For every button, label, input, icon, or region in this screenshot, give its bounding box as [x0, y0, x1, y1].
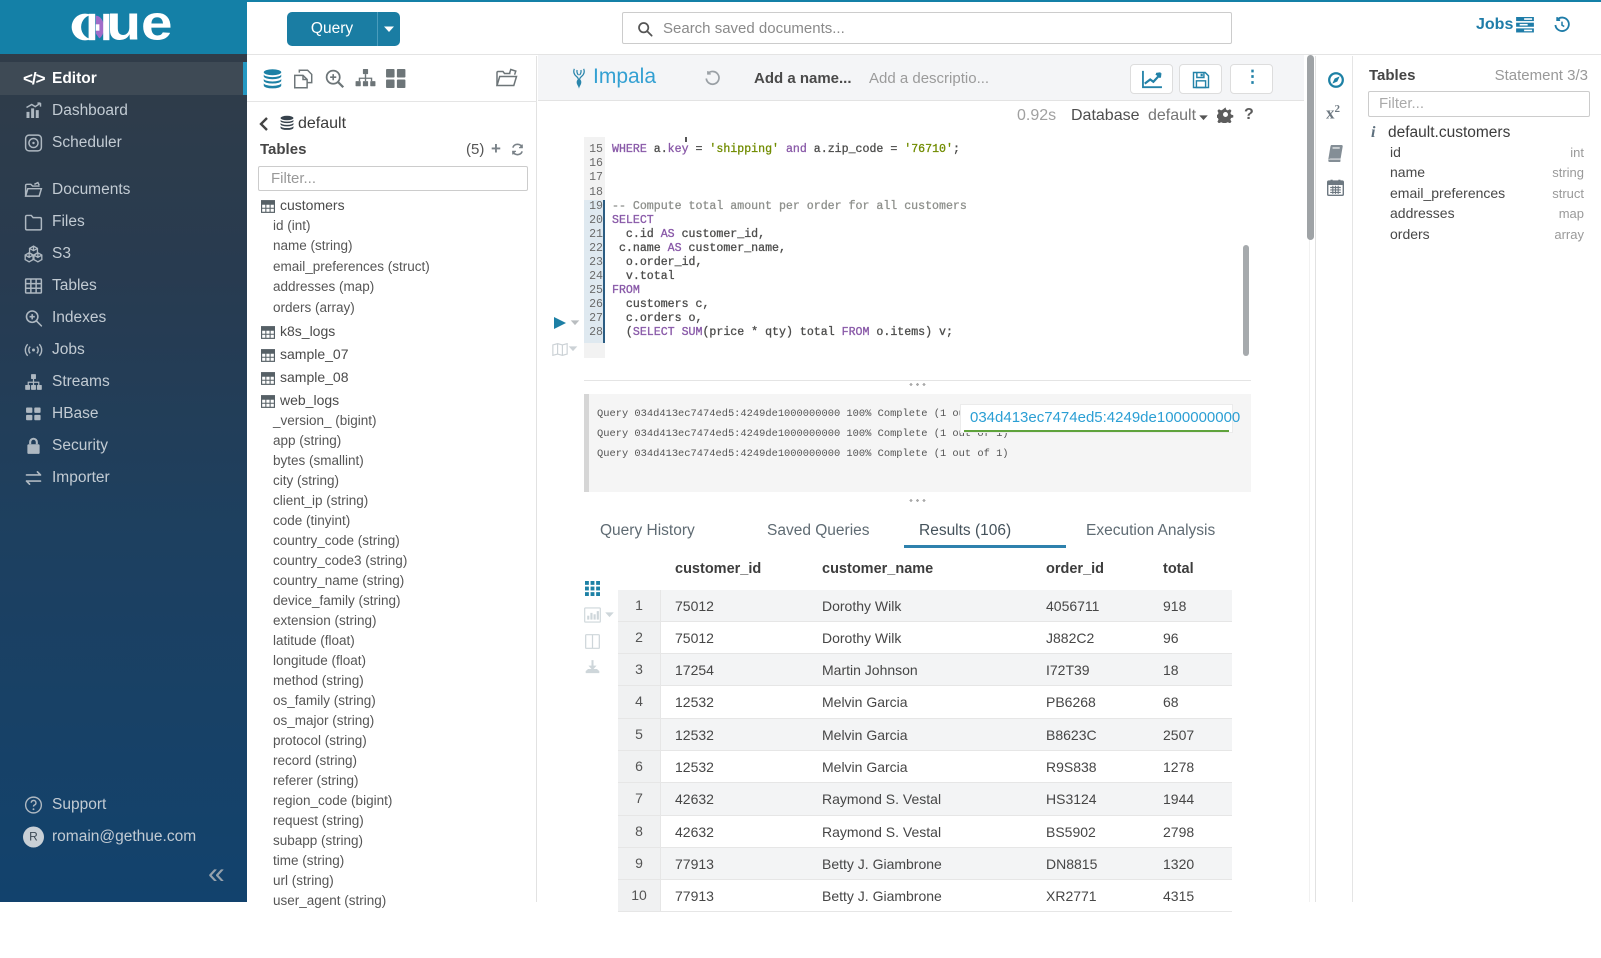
svg-text:ue: ue	[107, 0, 173, 51]
